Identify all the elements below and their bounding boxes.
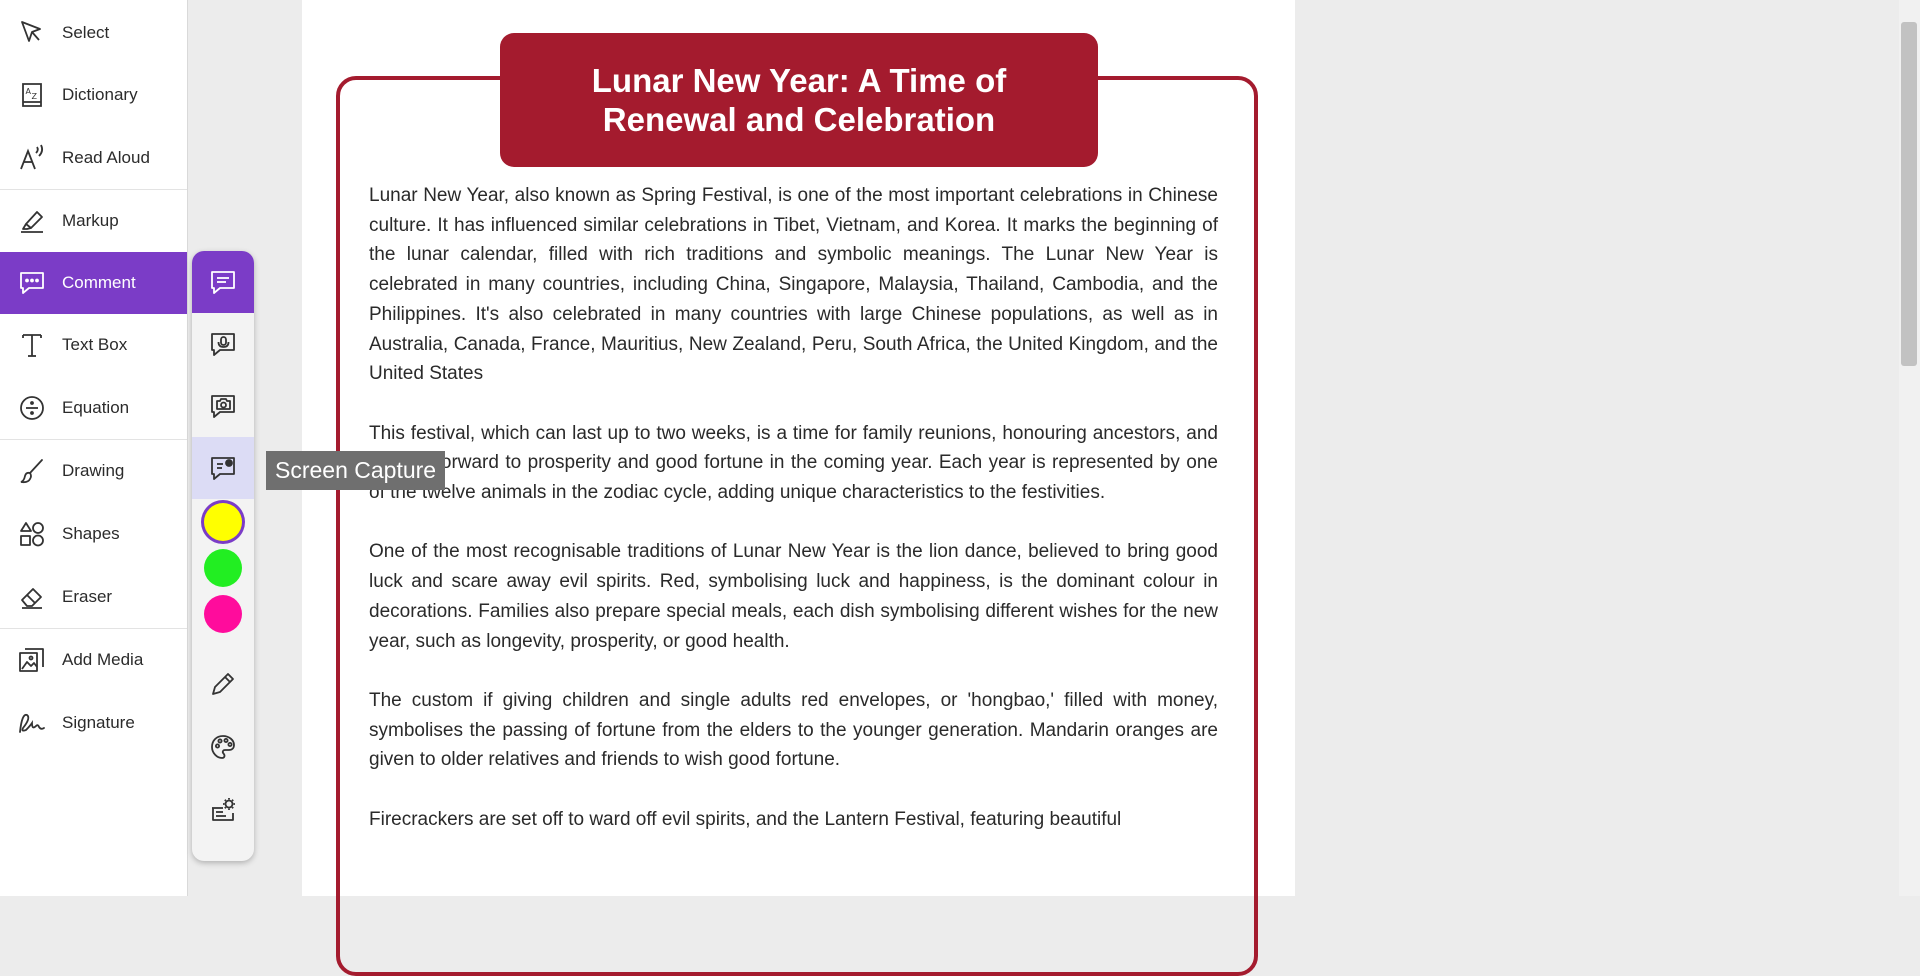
text-comment-button[interactable] — [192, 251, 254, 313]
eraser-tool-label: Eraser — [62, 587, 113, 606]
video-comment-icon — [211, 395, 235, 418]
highlighter-icon — [21, 211, 43, 233]
select-tool-label: Select — [62, 23, 110, 42]
color-swatch-green[interactable] — [204, 549, 242, 587]
comment-tool-label: Comment — [62, 273, 136, 292]
eraser-tool[interactable]: Eraser — [0, 566, 187, 628]
shapes-icon — [20, 522, 44, 547]
cursor-icon — [21, 21, 41, 42]
scrollbar-thumb[interactable] — [1901, 22, 1917, 366]
palette-icon — [211, 735, 235, 759]
document-body[interactable]: Lunar New Year, also known as Spring Fes… — [369, 181, 1218, 864]
read-aloud-tool[interactable]: Read Aloud — [0, 127, 187, 189]
document-title: Lunar New Year: A Time of Renewal and Ce… — [591, 62, 1007, 138]
comment-options-panel — [192, 251, 254, 861]
screen-capture-button[interactable] — [192, 437, 254, 499]
settings-button[interactable] — [192, 779, 254, 841]
video-comment-button[interactable] — [192, 375, 254, 437]
equation-tool[interactable]: Equation — [0, 377, 187, 439]
pencil-icon — [212, 673, 234, 695]
text-box-tool-label: Text Box — [62, 335, 128, 354]
color-swatch-pink[interactable] — [204, 595, 242, 633]
select-tool[interactable]: Select — [0, 2, 187, 64]
dictionary-tool-label: Dictionary — [62, 85, 138, 104]
dictionary-icon: AZ — [22, 83, 42, 107]
add-media-tool-label: Add Media — [62, 650, 144, 669]
shapes-tool[interactable]: Shapes — [0, 503, 187, 565]
image-icon — [19, 648, 44, 672]
color-swatch-yellow[interactable] — [204, 503, 242, 541]
divide-icon — [20, 396, 44, 420]
brush-icon — [20, 459, 43, 484]
screen-capture-tooltip: Screen Capture — [266, 451, 446, 490]
paragraph: One of the most recognisable traditions … — [369, 541, 1218, 652]
voice-comment-icon — [211, 333, 235, 356]
equation-tool-label: Equation — [62, 398, 130, 417]
comment-icon — [20, 272, 44, 294]
shapes-tool-label: Shapes — [62, 524, 120, 543]
palette-button[interactable] — [192, 716, 254, 778]
markup-tool-label: Markup — [62, 211, 119, 230]
annotation-toolbar: Select AZ Dictionary Read Aloud Markup C… — [0, 0, 188, 896]
pencil-button[interactable] — [192, 653, 254, 715]
signature-tool[interactable]: Signature — [0, 692, 187, 754]
paragraph: Firecrackers are set off to ward off evi… — [369, 808, 1122, 830]
signature-icon — [19, 713, 45, 733]
text-box-tool[interactable]: Text Box — [0, 314, 187, 376]
dictionary-tool[interactable]: AZ Dictionary — [0, 64, 187, 126]
document-page: Lunar New Year: A Time of Renewal and Ce… — [302, 0, 1295, 976]
drawing-tool-label: Drawing — [62, 461, 125, 480]
read-aloud-icon — [20, 144, 44, 170]
paragraph: The custom if giving children and single… — [369, 689, 1218, 771]
text-icon — [22, 334, 42, 357]
markup-tool[interactable]: Markup — [0, 190, 187, 252]
settings-icon — [212, 798, 235, 821]
paragraph: This festival, which can last up to two … — [369, 422, 1218, 504]
title-banner: Lunar New Year: A Time of Renewal and Ce… — [500, 33, 1098, 167]
drawing-tool[interactable]: Drawing — [0, 440, 187, 502]
screen-capture-icon — [211, 457, 235, 480]
read-aloud-tool-label: Read Aloud — [62, 148, 150, 167]
signature-tool-label: Signature — [62, 713, 135, 732]
add-media-tool[interactable]: Add Media — [0, 629, 187, 691]
text-comment-icon — [211, 271, 235, 294]
eraser-icon — [21, 588, 42, 609]
svg-text:Z: Z — [32, 92, 38, 101]
comment-tool[interactable]: Comment — [0, 252, 187, 314]
paragraph: Lunar New Year, also known as Spring Fes… — [369, 185, 1218, 385]
voice-comment-button[interactable] — [192, 313, 254, 375]
